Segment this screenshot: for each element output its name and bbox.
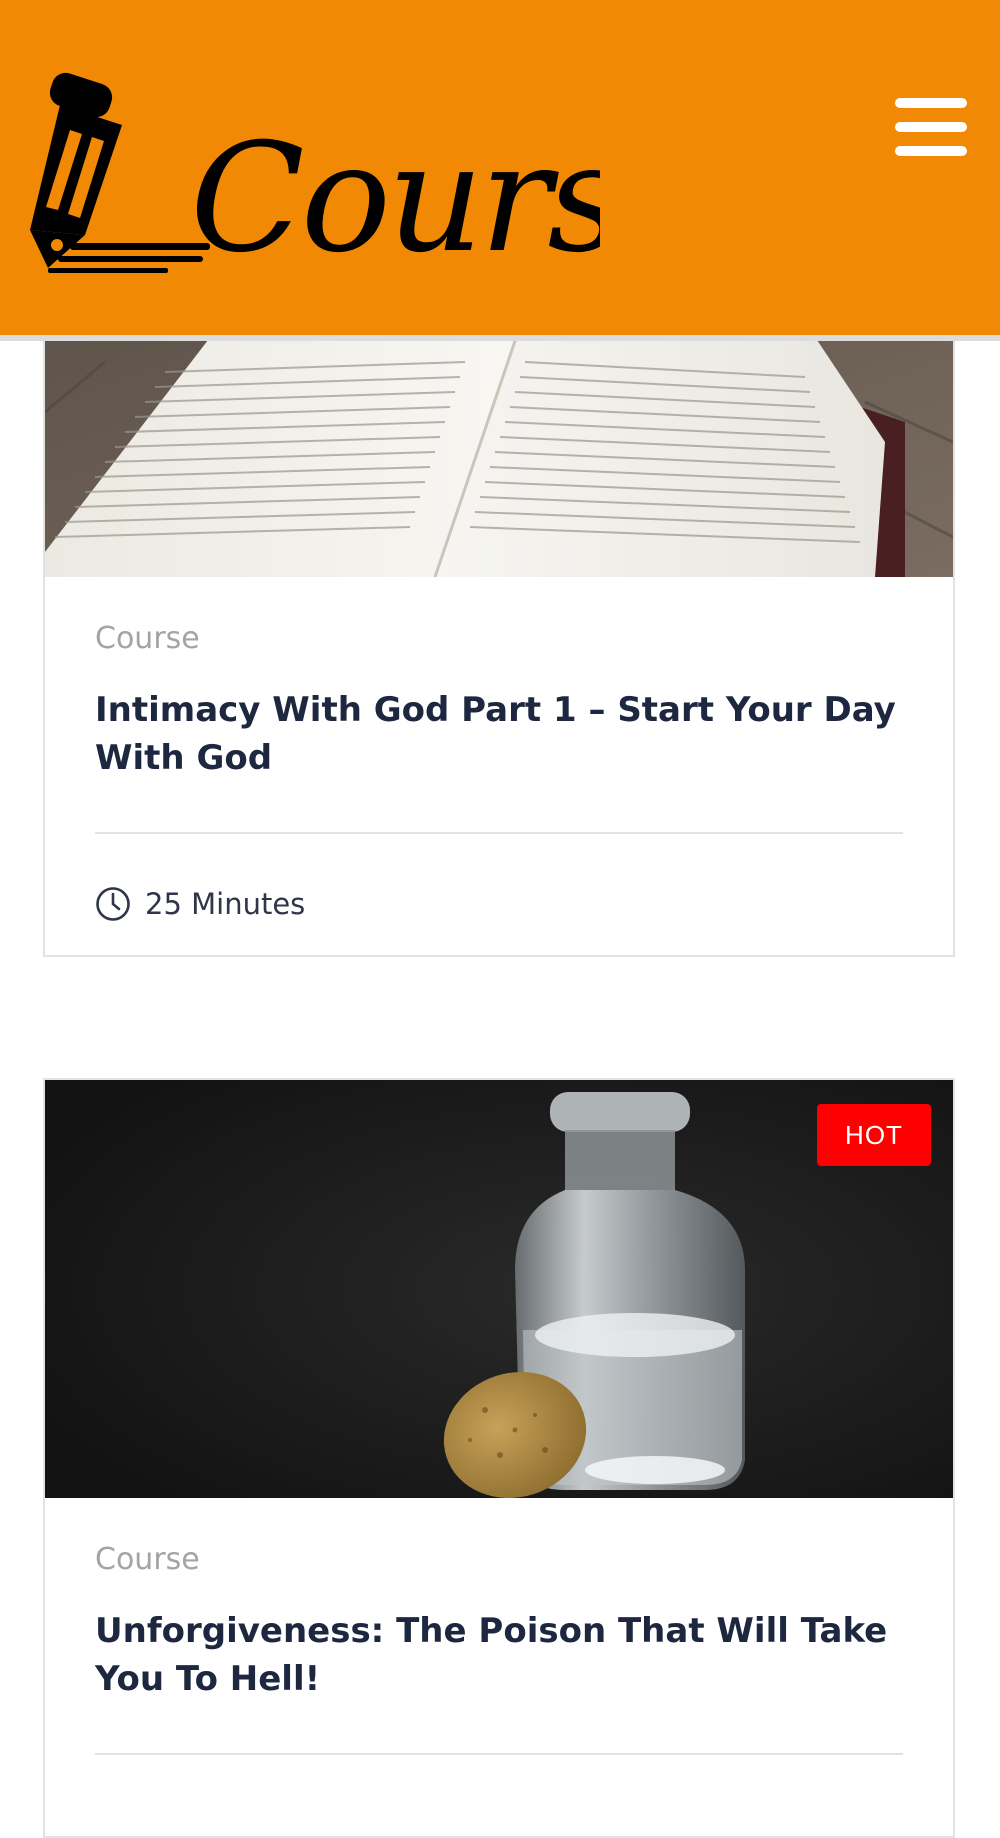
duration-text: 25 Minutes: [145, 887, 306, 921]
course-category: Course: [95, 621, 200, 656]
course-title: Unforgiveness: The Poison That Will Take…: [95, 1607, 903, 1703]
course-title: Intimacy With God Part 1 – Start Your Da…: [95, 686, 903, 782]
site-header: Coursely: [0, 0, 1000, 335]
course-category: Course: [95, 1542, 200, 1577]
hot-badge: HOT: [817, 1104, 931, 1166]
course-title-link[interactable]: Unforgiveness: The Poison That Will Take…: [95, 1611, 887, 1699]
card-divider: [95, 832, 903, 834]
hamburger-menu-icon[interactable]: [895, 98, 967, 156]
svg-text:Coursely: Coursely: [190, 112, 600, 280]
logo[interactable]: Coursely: [30, 70, 840, 286]
course-card[interactable]: HOT Course Unforgiveness: The Poison Tha…: [43, 1078, 955, 1838]
course-card[interactable]: Course Intimacy With God Part 1 – Start …: [43, 250, 955, 957]
card-divider: [95, 1753, 903, 1755]
coursely-logo: Coursely: [30, 72, 840, 286]
course-title-link[interactable]: Intimacy With God Part 1 – Start Your Da…: [95, 690, 896, 778]
course-duration: 25 Minutes: [95, 886, 903, 922]
clock-icon: [96, 887, 130, 921]
course-image-poison-bottle[interactable]: HOT: [45, 1080, 953, 1498]
